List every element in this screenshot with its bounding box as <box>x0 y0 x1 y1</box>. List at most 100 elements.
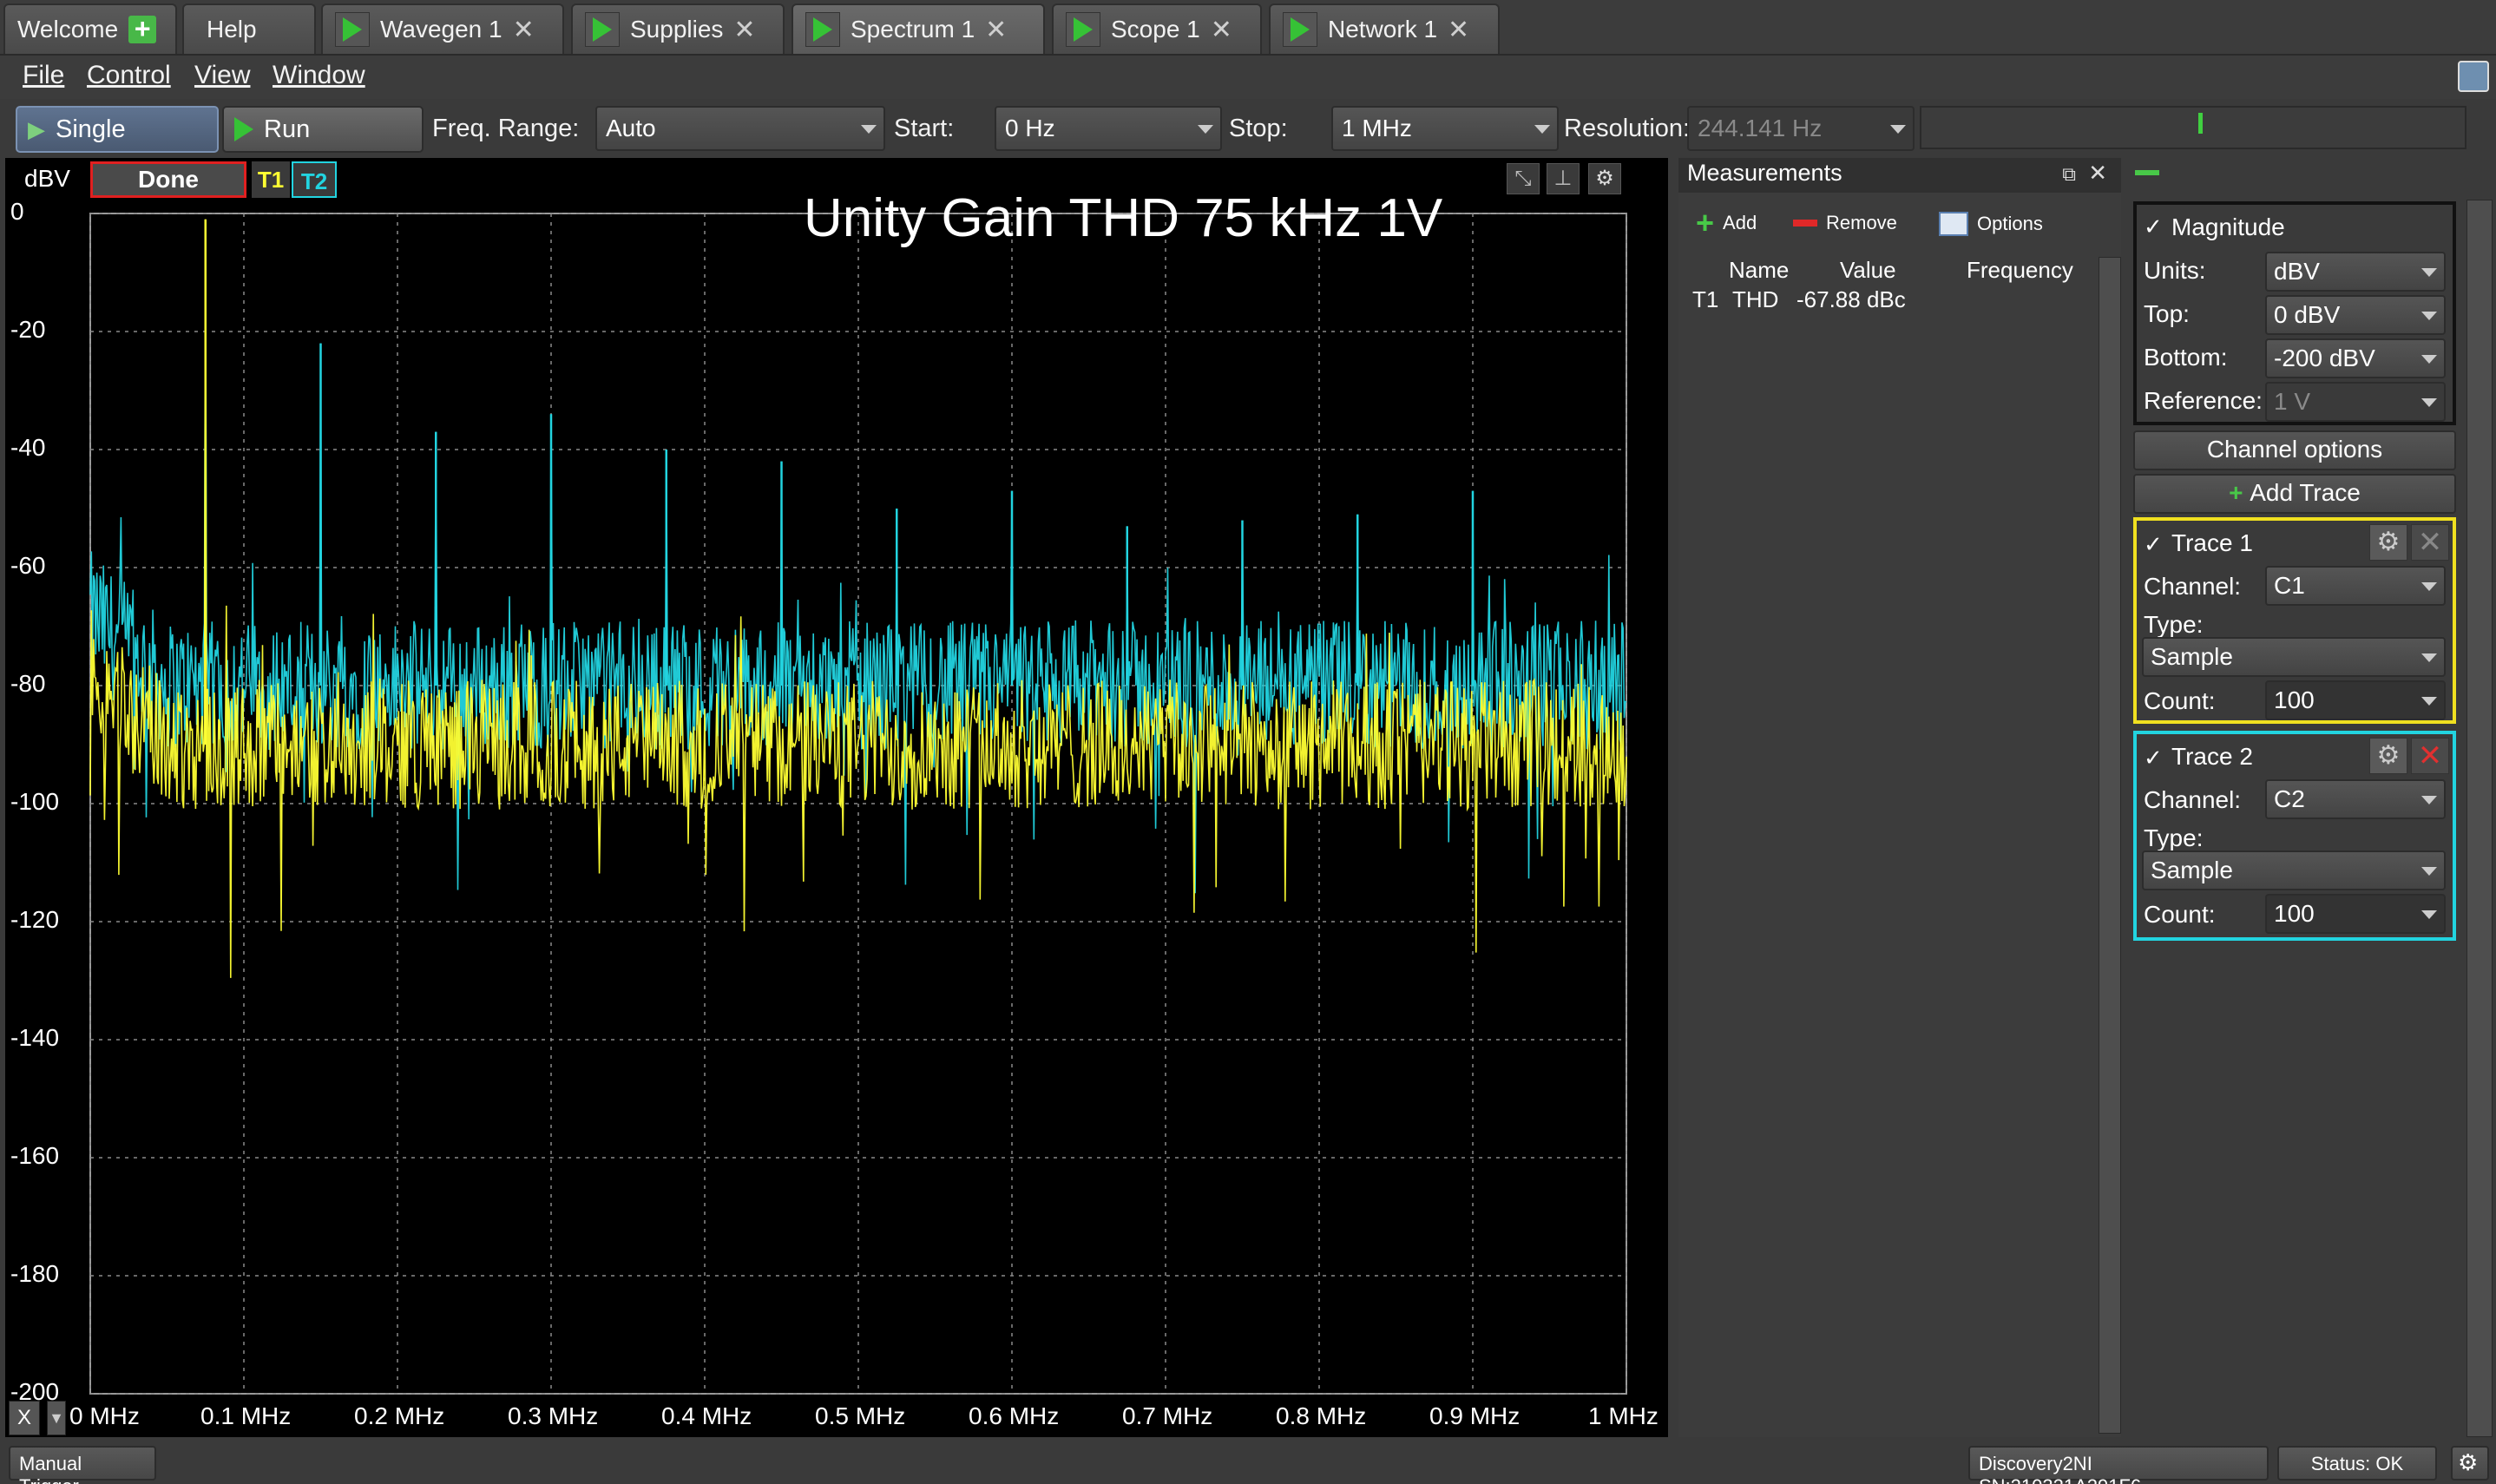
restore-icon[interactable]: ⧉ <box>2062 163 2076 186</box>
x-tick-label: 0.6 MHz <box>969 1402 1060 1429</box>
trace1-checkbox[interactable]: ✓ <box>2144 531 2163 558</box>
chevron-down-icon <box>2421 910 2437 919</box>
y-tick-label: -120 <box>10 906 60 933</box>
trace2-channel-value: C2 <box>2274 785 2305 812</box>
top-label: Top: <box>2144 300 2190 327</box>
tab-label: Help <box>207 16 257 43</box>
stop-select[interactable]: 1 MHz <box>1331 106 1559 151</box>
close-icon[interactable]: ✕ <box>1211 15 1232 45</box>
close-icon[interactable]: ✕ <box>2411 524 2449 561</box>
start-select[interactable]: 0 Hz <box>995 106 1222 151</box>
trace1-count-label: Count: <box>2144 687 2216 714</box>
reference-select[interactable]: 1 V <box>2265 382 2446 422</box>
play-icon[interactable] <box>805 12 840 47</box>
play-icon[interactable] <box>585 12 620 47</box>
close-icon[interactable]: ✕ <box>733 15 755 45</box>
play-icon[interactable] <box>1066 12 1100 47</box>
tab-label: Welcome <box>17 16 119 43</box>
add-label: Add <box>1723 212 1757 233</box>
top-select[interactable]: 0 dBV <box>2265 295 2446 335</box>
y-tick-label: -80 <box>10 670 46 697</box>
chevron-down-icon[interactable]: ▼ <box>47 1401 66 1435</box>
trace1-type-select[interactable]: Sample <box>2142 637 2446 677</box>
manual-trigger-button[interactable]: Manual Trigger <box>9 1446 156 1484</box>
measurements-scrollbar[interactable] <box>2099 257 2121 1434</box>
freq-range-select[interactable]: Auto <box>595 106 885 151</box>
trace1-tag[interactable]: T1 <box>252 161 290 198</box>
tab-supplies[interactable]: Supplies ✕ <box>571 3 785 54</box>
measurements-table-header: Name Value Frequency <box>1684 257 2099 283</box>
spectrum-plot[interactable] <box>5 158 1668 1437</box>
tab-label: Spectrum 1 <box>851 16 975 43</box>
single-button[interactable]: ▶ Single <box>16 106 219 153</box>
status-ok-button[interactable]: Status: OK <box>2277 1446 2437 1481</box>
close-icon[interactable]: ✕ <box>2088 160 2107 187</box>
chevron-down-icon <box>1198 125 1213 134</box>
x-tick-label: 0.3 MHz <box>508 1402 599 1429</box>
tab-welcome[interactable]: Welcome + <box>3 3 177 54</box>
settings-scrollbar[interactable] <box>2466 200 2493 1437</box>
bottom-select[interactable]: -200 dBV <box>2265 338 2446 378</box>
trace2-count-input[interactable]: 100 <box>2265 894 2446 934</box>
remove-measurement-button[interactable]: Remove <box>1793 212 1897 234</box>
chevron-down-icon <box>1534 125 1550 134</box>
tab-scope[interactable]: Scope 1 ✕ <box>1052 3 1262 54</box>
tab-wavegen[interactable]: Wavegen 1 ✕ <box>321 3 564 54</box>
tab-network[interactable]: Network 1 ✕ <box>1269 3 1500 54</box>
trace1-channel-label: Channel: <box>2144 573 2242 600</box>
menu-control[interactable]: Control <box>87 61 171 90</box>
x-axis-button[interactable]: X <box>9 1401 40 1435</box>
channel-options-button[interactable]: Channel options <box>2133 430 2456 470</box>
device-button[interactable]: Discovery2NI SN:210321A291F6 <box>1968 1446 2269 1484</box>
channel-options-label: Channel options <box>2206 436 2383 463</box>
trace1-type-value: Sample <box>2151 643 2233 670</box>
trace2-type-label: Type: <box>2144 824 2204 851</box>
trace2-tag[interactable]: T2 <box>292 161 337 198</box>
gear-icon[interactable]: ⚙ <box>2369 524 2407 561</box>
add-trace-button[interactable]: + Add Trace <box>2133 474 2456 514</box>
close-icon[interactable]: ✕ <box>2411 738 2449 774</box>
units-select[interactable]: dBV <box>2265 252 2446 292</box>
single-icon: ▶ <box>28 115 45 142</box>
column-name[interactable]: Name <box>1729 257 1789 284</box>
trace1-count-input[interactable]: 100 <box>2265 680 2446 720</box>
options-button[interactable]: Options <box>1939 212 2043 236</box>
y-tick-label: -20 <box>10 316 46 343</box>
trace2-channel-select[interactable]: C2 <box>2265 779 2446 819</box>
resolution-select[interactable]: 244.141 Hz <box>1687 106 1915 151</box>
tab-spectrum[interactable]: Spectrum 1 ✕ <box>791 3 1045 54</box>
trace2-type-select[interactable]: Sample <box>2142 850 2446 890</box>
collapse-icon[interactable] <box>2135 170 2159 175</box>
cursor-icon[interactable]: ⤡ <box>1507 163 1540 194</box>
play-icon[interactable] <box>1283 12 1317 47</box>
stop-label: Stop: <box>1229 115 1288 142</box>
column-value[interactable]: Value <box>1840 257 1896 284</box>
trace2-title: Trace 2 <box>2171 743 2253 770</box>
window-icon[interactable] <box>2458 61 2489 92</box>
x-tick-label: 0.4 MHz <box>661 1402 752 1429</box>
gear-icon[interactable]: ⚙ <box>2451 1446 2489 1481</box>
y-tick-label: -40 <box>10 434 46 461</box>
play-icon[interactable] <box>335 12 370 47</box>
menu-file[interactable]: File <box>23 61 64 90</box>
start-label: Start: <box>894 115 955 142</box>
menu-window[interactable]: Window <box>273 61 365 90</box>
add-measurement-button[interactable]: + Add <box>1696 207 1757 239</box>
units-label: Units: <box>2144 257 2206 284</box>
trace2-checkbox[interactable]: ✓ <box>2144 745 2163 772</box>
trace1-channel-select[interactable]: C1 <box>2265 566 2446 606</box>
plus-icon: + <box>2229 479 2250 506</box>
gear-icon[interactable]: ⚙ <box>2369 738 2407 774</box>
magnitude-checkbox[interactable]: ✓ <box>2144 213 2163 240</box>
tab-help[interactable]: Help <box>182 3 316 54</box>
column-frequency[interactable]: Frequency <box>1967 257 2073 284</box>
close-icon[interactable]: ✕ <box>513 15 535 45</box>
close-icon[interactable]: ✕ <box>985 15 1007 45</box>
marker-icon[interactable]: ⊥ <box>1547 163 1580 194</box>
close-icon[interactable]: ✕ <box>1448 15 1469 45</box>
menu-view[interactable]: View <box>194 61 250 90</box>
plus-icon[interactable]: + <box>128 15 157 43</box>
run-button[interactable]: Run <box>222 106 424 153</box>
gear-icon[interactable]: ⚙ <box>1588 163 1621 194</box>
table-row[interactable]: T1 THD -67.88 dBc <box>1684 286 2099 316</box>
